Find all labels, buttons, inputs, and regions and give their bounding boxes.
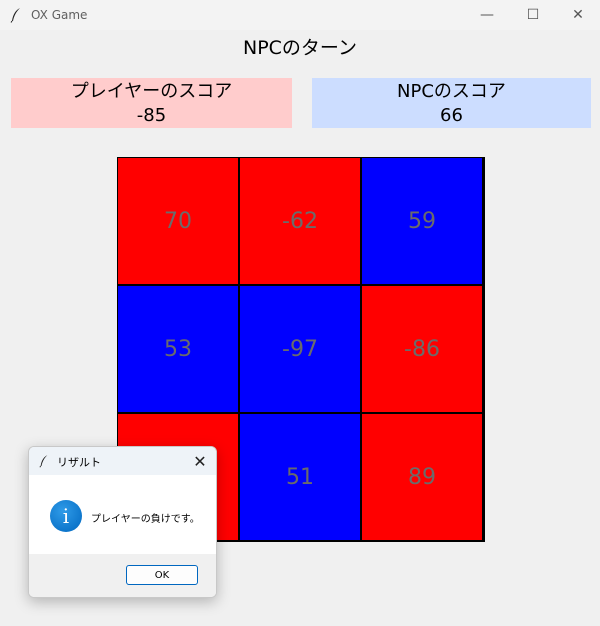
result-dialog: リザルト ✕ i プレイヤーの負けです。 OK xyxy=(28,446,217,598)
turn-label: NPCのターン xyxy=(243,37,357,59)
board-cell[interactable]: 59 xyxy=(362,158,482,284)
dialog-message: プレイヤーの負けです。 xyxy=(91,514,200,525)
board-cell[interactable]: -62 xyxy=(240,158,360,284)
player-score-panel: プレイヤーのスコア -85 xyxy=(11,78,292,128)
feather-icon xyxy=(10,8,20,23)
dialog-close-button[interactable]: ✕ xyxy=(189,450,211,472)
player-score-label: プレイヤーのスコア xyxy=(70,81,233,102)
info-icon: i xyxy=(50,500,82,532)
board-cell[interactable]: -86 xyxy=(362,286,482,412)
close-window-button[interactable]: ✕ xyxy=(555,0,600,30)
window-title: OX Game xyxy=(31,8,88,22)
board-cell[interactable]: -97 xyxy=(240,286,360,412)
maximize-button[interactable]: ☐ xyxy=(510,0,556,30)
dialog-title: リザルト xyxy=(57,456,101,469)
npc-score-panel: NPCのスコア 66 xyxy=(312,78,591,128)
feather-icon xyxy=(39,455,48,468)
minimize-button[interactable]: — xyxy=(464,0,510,30)
dialog-titlebar: リザルト ✕ xyxy=(29,447,216,475)
npc-score-value: 66 xyxy=(440,105,463,126)
npc-score-label: NPCのスコア xyxy=(397,81,506,102)
board-cell[interactable]: 70 xyxy=(118,158,238,284)
dialog-footer: OK xyxy=(29,554,216,597)
ok-button[interactable]: OK xyxy=(126,565,198,585)
board-cell[interactable]: 89 xyxy=(362,414,482,540)
player-score-value: -85 xyxy=(136,105,167,126)
board-cell[interactable]: 53 xyxy=(118,286,238,412)
window-titlebar: OX Game — ☐ ✕ xyxy=(0,0,600,30)
board-cell[interactable]: 51 xyxy=(240,414,360,540)
